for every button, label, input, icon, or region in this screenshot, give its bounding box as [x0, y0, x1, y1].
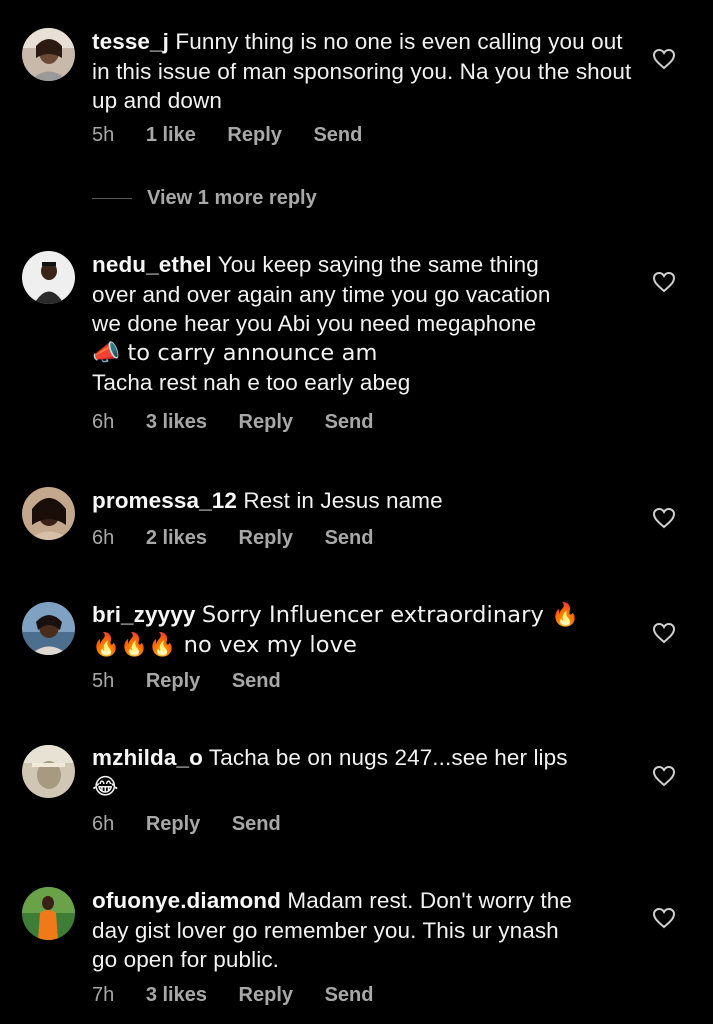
reply-button[interactable]: Reply [239, 984, 293, 1007]
reply-button[interactable]: Reply [239, 527, 293, 550]
comment-text: promessa_12 Rest in Jesus name [92, 486, 632, 516]
comment-line: 😂 [92, 773, 119, 800]
comment-meta: 6h 3 likes Reply Send [92, 411, 373, 434]
comment-line: Tacha rest nah e too early abeg [92, 370, 411, 395]
comment-meta: 5h 1 like Reply Send [92, 124, 362, 147]
send-button[interactable]: Send [232, 813, 281, 836]
timestamp: 5h [92, 124, 115, 146]
reply-button[interactable]: Reply [146, 813, 200, 836]
send-button[interactable]: Send [313, 124, 362, 147]
likes-count[interactable]: 3 likes [146, 984, 207, 1007]
comment-meta: 6h 2 likes Reply Send [92, 527, 373, 550]
send-button[interactable]: Send [325, 411, 374, 434]
comment-body: Rest in Jesus name [243, 488, 443, 513]
username[interactable]: bri_zyyyy [92, 602, 195, 627]
view-more-label[interactable]: View 1 more reply [147, 187, 317, 210]
timestamp: 6h [92, 411, 115, 433]
comment-line: Madam rest. Don't worry the [287, 888, 572, 913]
send-button[interactable]: Send [325, 527, 374, 550]
comment-body: Funny thing is no one is even calling yo… [92, 29, 632, 113]
username[interactable]: mzhilda_o [92, 745, 203, 770]
reply-button[interactable]: Reply [227, 124, 281, 147]
comment-line: You keep saying the same thing [217, 252, 539, 277]
avatar[interactable] [22, 887, 75, 940]
comment-line: 🔥🔥🔥 no vex my love [92, 631, 357, 658]
heart-icon[interactable] [652, 622, 676, 644]
username[interactable]: ofuonye.diamond [92, 888, 281, 913]
comment-text: ofuonye.diamond Madam rest. Don't worry … [92, 886, 632, 975]
avatar[interactable] [22, 602, 75, 655]
comment-text: mzhilda_o Tacha be on nugs 247...see her… [92, 743, 632, 802]
likes-count[interactable]: 2 likes [146, 527, 207, 550]
comment-text: nedu_ethel You keep saying the same thin… [92, 250, 632, 398]
comment-line: over and over again any time you go vaca… [92, 281, 551, 307]
reply-button[interactable]: Reply [239, 411, 293, 434]
timestamp: 6h [92, 527, 115, 549]
comment-line: Sorry Influencer extraordinary 🔥 [201, 602, 580, 628]
heart-icon[interactable] [652, 271, 676, 293]
heart-icon[interactable] [652, 765, 676, 787]
reply-button[interactable]: Reply [146, 670, 200, 693]
heart-icon[interactable] [652, 507, 676, 529]
comment-line: Tacha be on nugs 247...see her lips [208, 745, 568, 770]
likes-count[interactable]: 1 like [146, 124, 196, 147]
timestamp: 6h [92, 813, 115, 835]
comment-text: tesse_j Funny thing is no one is even ca… [92, 27, 632, 116]
comment-meta: 7h 3 likes Reply Send [92, 984, 373, 1007]
comment-meta: 6h Reply Send [92, 813, 281, 836]
send-button[interactable]: Send [325, 984, 374, 1007]
divider-line [92, 198, 132, 199]
send-button[interactable]: Send [232, 670, 281, 693]
username[interactable]: nedu_ethel [92, 252, 212, 277]
timestamp: 7h [92, 984, 115, 1006]
username[interactable]: promessa_12 [92, 488, 237, 513]
comment-line: we done hear you Abi you need megaphone [92, 311, 537, 336]
heart-icon[interactable] [652, 48, 676, 70]
avatar[interactable] [22, 487, 75, 540]
comment-line: 📣 to carry announce am [92, 339, 378, 366]
username[interactable]: tesse_j [92, 29, 169, 54]
comment-line: go open for public. [92, 947, 280, 972]
likes-count[interactable]: 3 likes [146, 411, 207, 434]
avatar[interactable] [22, 745, 75, 798]
heart-icon[interactable] [652, 907, 676, 929]
comment-text: bri_zyyyy Sorry Influencer extraordinary… [92, 600, 632, 660]
comment-meta: 5h Reply Send [92, 670, 281, 693]
avatar[interactable] [22, 251, 75, 304]
timestamp: 5h [92, 670, 115, 692]
comment-line: day gist lover go remember you. This ur … [92, 917, 559, 943]
avatar[interactable] [22, 28, 75, 81]
